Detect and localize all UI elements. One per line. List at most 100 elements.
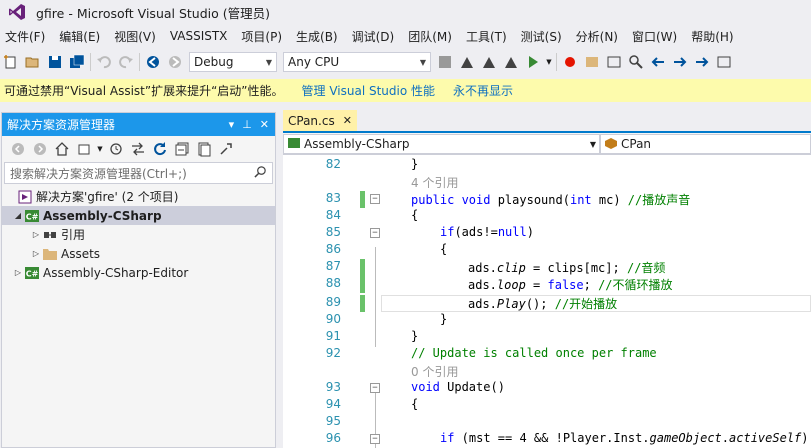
rebuild-icon[interactable] <box>478 51 500 73</box>
tree-item-solution[interactable]: 解决方案'gfire' (2 个项目) <box>2 187 275 206</box>
collapse-icon[interactable]: − <box>370 383 380 393</box>
menu-window[interactable]: 窗口(W) <box>625 28 684 45</box>
nav-icon[interactable] <box>691 51 713 73</box>
manage-performance-link[interactable]: 管理 Visual Studio 性能 <box>302 82 436 99</box>
change-marker <box>360 295 365 312</box>
references-label: 引用 <box>61 228 86 242</box>
pending-changes-icon[interactable] <box>127 138 149 160</box>
collapse-icon[interactable] <box>171 138 193 160</box>
line-number: 83 <box>325 191 341 205</box>
collapsed-arrow-icon[interactable]: ▷ <box>12 268 24 277</box>
find-icon[interactable] <box>603 51 625 73</box>
menu-team[interactable]: 团队(M) <box>401 28 459 45</box>
dropdown-icon[interactable]: ▼ <box>95 138 105 160</box>
show-all-files-icon[interactable] <box>193 138 215 160</box>
references-codelens[interactable]: 4 个引用 <box>411 174 458 191</box>
code-text: } <box>440 312 448 326</box>
configuration-select[interactable]: Debug ▼ <box>189 52 277 72</box>
pin-icon[interactable]: ⊥ <box>242 118 252 131</box>
navigation-bar: Assembly-CSharp ▼ CPan <box>283 133 811 155</box>
csharp-project-icon <box>287 137 301 152</box>
menu-analyze[interactable]: 分析(N) <box>569 28 625 45</box>
open-icon[interactable] <box>22 51 44 73</box>
code-line: 96 − if (mst == 4 && !Player.Inst.gameOb… <box>283 431 811 448</box>
sync-icon[interactable] <box>73 138 95 160</box>
menu-view[interactable]: 视图(V) <box>107 28 163 45</box>
line-number: 87 <box>325 259 341 273</box>
build-solution-icon[interactable] <box>456 51 478 73</box>
line-number: 94 <box>325 397 341 411</box>
code-text: public void playsound(int mc) //播放声音 <box>411 193 691 207</box>
menu-file[interactable]: 文件(F) <box>0 28 52 45</box>
collapse-icon[interactable]: − <box>370 228 380 238</box>
line-number: 92 <box>325 346 341 360</box>
code-text: ads.Play(); //开始播放 <box>468 297 618 311</box>
save-all-icon[interactable] <box>66 51 88 73</box>
tree-item-assets[interactable]: ▷ Assets <box>2 244 275 263</box>
dropdown-icon[interactable]: ▼ <box>544 51 554 73</box>
redo-icon[interactable] <box>115 51 137 73</box>
collapse-icon[interactable]: − <box>370 434 380 444</box>
change-marker <box>360 191 365 208</box>
toolbar-separator <box>556 53 557 71</box>
menu-project[interactable]: 项目(P) <box>234 28 289 45</box>
expanded-arrow-icon[interactable]: ◢ <box>12 211 24 220</box>
arrow-left-icon[interactable] <box>647 51 669 73</box>
never-show-again-link[interactable]: 永不再显示 <box>453 82 513 99</box>
back-icon[interactable] <box>7 138 29 160</box>
tree-item-references[interactable]: ▷ 引用 <box>2 225 275 244</box>
save-icon[interactable] <box>44 51 66 73</box>
collapsed-arrow-icon[interactable]: ▷ <box>30 249 42 258</box>
history-icon[interactable] <box>105 138 127 160</box>
code-text: ads.clip = clips[mc]; //音频 <box>468 261 666 275</box>
line-number: 85 <box>325 225 341 239</box>
tab-cpan-cs[interactable]: CPan.cs ✕ <box>283 110 357 131</box>
class-nav-select[interactable]: CPan <box>600 134 811 154</box>
tree-item-assembly-csharp[interactable]: ◢ C# Assembly-CSharp <box>2 206 275 225</box>
bookmark-icon[interactable] <box>559 51 581 73</box>
code-text: ads.loop = false; //不循环播放 <box>468 278 673 292</box>
home-icon[interactable] <box>51 138 73 160</box>
code-text: if (mst == 4 && !Player.Inst.gameObject.… <box>440 431 809 445</box>
start-icon[interactable] <box>522 51 544 73</box>
collapsed-arrow-icon[interactable]: ▷ <box>30 230 42 239</box>
code-line: 90 } <box>283 312 811 329</box>
tree-item-assembly-csharp-editor[interactable]: ▷ C# Assembly-CSharp-Editor <box>2 263 275 282</box>
back-icon[interactable] <box>142 51 164 73</box>
menu-vassistx[interactable]: VASSISTX <box>163 29 235 43</box>
arrow-right-icon[interactable] <box>669 51 691 73</box>
project-nav-select[interactable]: Assembly-CSharp ▼ <box>283 134 600 154</box>
close-icon[interactable]: ✕ <box>260 118 269 131</box>
code-line: 86 { <box>283 242 811 259</box>
close-icon[interactable]: ✕ <box>343 114 352 127</box>
refresh-icon[interactable] <box>149 138 171 160</box>
menu-edit[interactable]: 编辑(E) <box>52 28 107 45</box>
visual-studio-icon <box>9 4 25 20</box>
assets-label: Assets <box>61 246 101 261</box>
menu-test[interactable]: 测试(S) <box>514 28 569 45</box>
menu-build[interactable]: 生成(B) <box>289 28 345 45</box>
class-nav-value: CPan <box>621 137 652 151</box>
search-icon[interactable] <box>625 51 647 73</box>
menu-tools[interactable]: 工具(T) <box>459 28 514 45</box>
menu-debug[interactable]: 调试(D) <box>345 28 402 45</box>
code-area[interactable]: 82 } 4 个引用 83 − public void playsound(in… <box>283 157 811 448</box>
build-icon[interactable] <box>434 51 456 73</box>
forward-icon[interactable] <box>29 138 51 160</box>
solution-search-input[interactable]: 搜索解决方案资源管理器(Ctrl+;) <box>4 162 273 184</box>
new-project-icon[interactable] <box>0 51 22 73</box>
project-editor-label: Assembly-CSharp-Editor <box>43 265 189 280</box>
document-tabs: CPan.cs ✕ <box>283 110 811 133</box>
window-icon[interactable] <box>713 51 735 73</box>
clean-icon[interactable] <box>500 51 522 73</box>
collapse-icon[interactable]: − <box>370 194 380 204</box>
references-codelens[interactable]: 0 个引用 <box>411 363 458 380</box>
panel-dropdown-icon[interactable]: ▾ <box>229 118 235 131</box>
platform-select[interactable]: Any CPU ▼ <box>283 52 431 72</box>
forward-icon[interactable] <box>164 51 186 73</box>
profile-icon[interactable] <box>581 51 603 73</box>
properties-icon[interactable] <box>215 138 237 160</box>
code-text: } <box>411 329 419 343</box>
menu-help[interactable]: 帮助(H) <box>684 28 740 45</box>
undo-icon[interactable] <box>93 51 115 73</box>
